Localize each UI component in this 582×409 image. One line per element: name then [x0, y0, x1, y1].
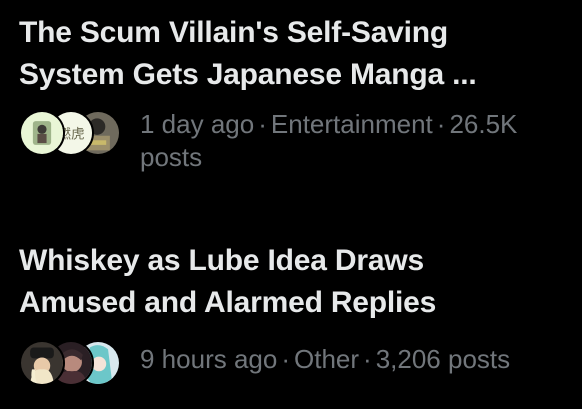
trend-title-line-1: The Scum Villain's Self-Saving [19, 16, 449, 49]
trend-title[interactable]: Whiskey as Lube Idea Draws Amused and Al… [19, 240, 564, 324]
trend-meta: 9 hours ago · Other · 3,206 posts [19, 340, 564, 404]
trend-post-count: 3,206 posts [375, 344, 511, 374]
avatar-stack: 燃虎 [19, 110, 121, 160]
trend-title[interactable]: The Scum Villain's Self-Saving System Ge… [19, 12, 564, 96]
trend-meta: 燃虎 1 day ago · Entertainment · 26.5K posts [19, 109, 564, 174]
avatar [19, 340, 65, 386]
separator: · [258, 109, 267, 139]
trend-title-line-2: System Gets Japanese Manga ... [19, 58, 477, 91]
separator: · [281, 344, 290, 374]
separator: · [436, 109, 446, 139]
trend-item-scum-villain[interactable]: The Scum Villain's Self-Saving System Ge… [19, 12, 564, 174]
trend-time: 9 hours ago [140, 344, 278, 374]
avatar [19, 110, 65, 156]
avatar-stack [19, 340, 121, 390]
trend-time: 1 day ago [140, 109, 255, 139]
trend-category[interactable]: Entertainment [271, 109, 433, 139]
trend-meta-text: 9 hours ago · Other · 3,206 posts [140, 343, 580, 376]
trend-title-line-2: Amused and Alarmed Replies [19, 286, 437, 319]
trend-item-whiskey-lube[interactable]: Whiskey as Lube Idea Draws Amused and Al… [19, 240, 564, 404]
trend-meta-text: 1 day ago · Entertainment · 26.5K posts [140, 108, 570, 174]
separator: · [363, 344, 372, 374]
trend-category[interactable]: Other [294, 344, 359, 374]
trend-title-line-1: Whiskey as Lube Idea Draws [19, 244, 424, 277]
